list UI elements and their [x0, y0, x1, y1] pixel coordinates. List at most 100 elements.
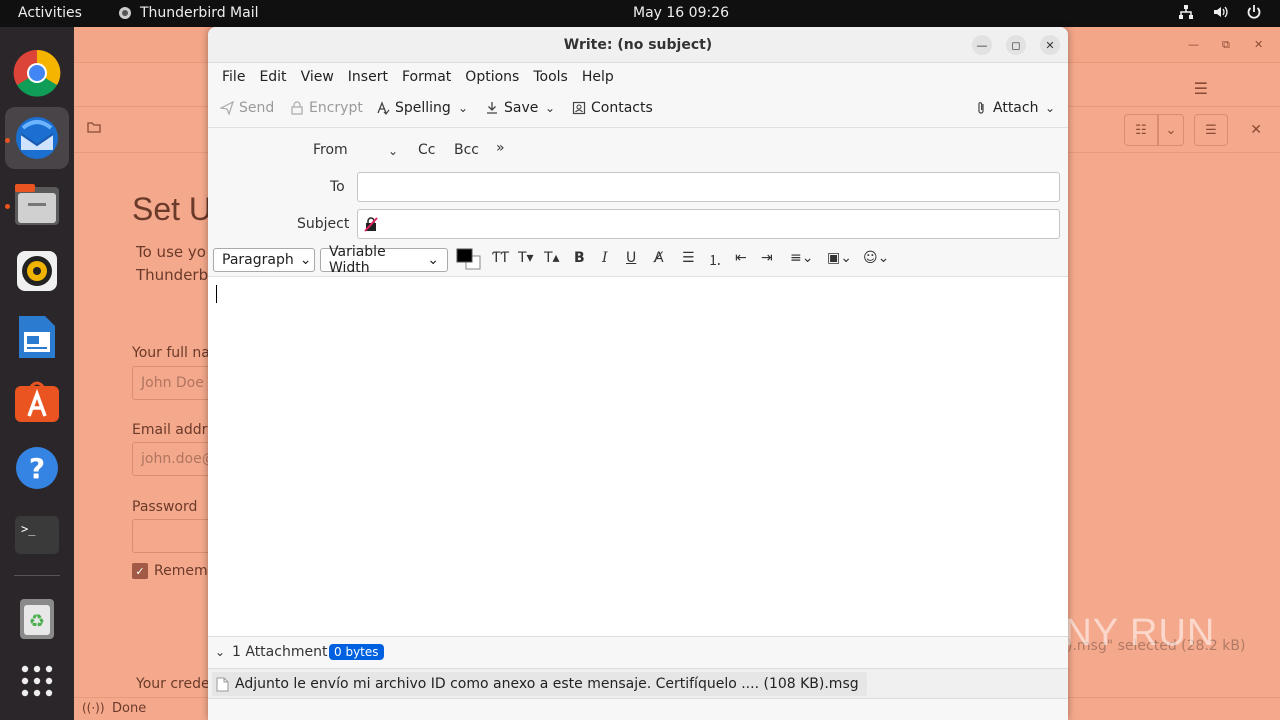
format-toolbar: Paragraph ⌄ Variable Width ⌄ ƬƬ T▾ T▴ B … — [208, 241, 1068, 277]
bg-setup-heading: Set U — [132, 191, 213, 227]
attachment-item[interactable]: Adjunto le envío mi archivo ID como anex… — [212, 672, 867, 696]
system-tray[interactable] — [1178, 4, 1262, 20]
cc-button[interactable]: Cc — [418, 142, 435, 158]
send-icon — [220, 101, 234, 115]
attachment-filename: Adjunto le envío mi archivo ID como anex… — [235, 676, 859, 692]
trash-icon[interactable]: ♻ — [12, 593, 62, 643]
bg-folder-icon[interactable] — [87, 121, 101, 137]
compose-headers: From ⌄ Cc Bcc » To Subject — [208, 128, 1068, 241]
bg-fullname-label: Your full na — [132, 345, 210, 361]
top-bar: Activities Thunderbird Mail May 16 09:26 — [0, 0, 1280, 27]
activity-icon: ((·)) — [82, 701, 105, 715]
bg-menu-icon[interactable]: ☰ — [1194, 114, 1228, 146]
subject-input[interactable] — [357, 209, 1060, 239]
network-icon[interactable] — [1178, 4, 1194, 20]
chevron-down-icon: ⌄ — [427, 252, 439, 268]
running-indicator — [5, 204, 10, 209]
bg-list-view-icon[interactable]: ☷ — [1124, 114, 1158, 146]
spelling-button[interactable]: Spelling — [376, 100, 451, 116]
attach-dropdown-icon[interactable]: ⌄ — [1045, 101, 1055, 115]
menu-tools[interactable]: Tools — [526, 63, 575, 91]
from-label: From — [313, 142, 348, 158]
font-size-normal-icon[interactable]: ƬƬ — [492, 250, 509, 266]
underline-icon[interactable]: U — [626, 250, 636, 266]
align-menu-icon[interactable]: ≡⌄ — [790, 250, 813, 266]
compose-title: Write: (no subject) — [563, 37, 713, 53]
save-dropdown-icon[interactable]: ⌄ — [545, 101, 555, 115]
from-dropdown-icon[interactable]: ⌄ — [388, 144, 398, 158]
italic-icon[interactable]: I — [602, 250, 608, 266]
thunderbird-dock-icon[interactable] — [5, 107, 69, 169]
menu-insert[interactable]: Insert — [341, 63, 395, 91]
activities-button[interactable]: Activities — [18, 5, 82, 21]
bg-restore-icon[interactable]: ⧉ — [1222, 38, 1230, 52]
outdent-icon[interactable]: ⇤ — [735, 250, 747, 266]
emoji-menu-icon[interactable]: ☺⌄ — [863, 250, 889, 266]
power-icon[interactable] — [1246, 4, 1262, 20]
menu-file[interactable]: File — [215, 63, 252, 91]
bcc-button[interactable]: Bcc — [454, 142, 479, 158]
font-select[interactable]: Variable Width ⌄ — [320, 244, 448, 276]
message-body-editor[interactable] — [208, 277, 1068, 636]
close-icon[interactable]: ✕ — [1040, 35, 1060, 55]
more-headers-icon[interactable]: » — [496, 140, 505, 156]
volume-icon[interactable] — [1212, 4, 1228, 20]
help-icon[interactable]: ? — [12, 443, 62, 493]
minimize-icon[interactable]: — — [972, 35, 992, 55]
compose-window: Write: (no subject) — ◻ ✕ File Edit View… — [208, 27, 1068, 720]
save-button[interactable]: Save — [485, 100, 538, 116]
attachment-size-badge: 0 bytes — [329, 644, 384, 660]
compose-titlebar[interactable]: Write: (no subject) — ◻ ✕ — [208, 27, 1068, 63]
menu-edit[interactable]: Edit — [252, 63, 293, 91]
text-color-picker[interactable] — [456, 248, 482, 270]
spelling-dropdown-icon[interactable]: ⌄ — [458, 101, 468, 115]
text-caret — [216, 285, 217, 303]
menu-help[interactable]: Help — [575, 63, 621, 91]
show-apps-icon[interactable] — [12, 656, 62, 706]
attach-button[interactable]: Attach — [974, 100, 1038, 116]
subject-label: Subject — [297, 216, 350, 232]
bg-remember-checkbox[interactable]: ✓ Rememb — [132, 563, 217, 579]
paragraph-format-select[interactable]: Paragraph ⌄ — [213, 248, 315, 272]
insert-image-menu-icon[interactable]: ▣⌄ — [827, 250, 852, 266]
encrypt-button[interactable]: Encrypt — [290, 100, 363, 116]
clock[interactable]: May 16 09:26 — [633, 5, 729, 21]
paperclip-icon — [978, 102, 984, 114]
app-center-icon[interactable] — [12, 377, 62, 427]
indent-icon[interactable]: ⇥ — [761, 250, 773, 266]
spelling-icon — [377, 101, 390, 115]
contacts-button[interactable]: Contacts — [572, 100, 653, 116]
bg-minimize-icon[interactable]: — — [1188, 38, 1199, 51]
bold-icon[interactable]: B — [574, 250, 585, 266]
terminal-icon[interactable]: >_ — [12, 510, 62, 560]
menu-format[interactable]: Format — [395, 63, 458, 91]
attachment-count: 1 Attachment — [232, 644, 328, 660]
menu-bar: File Edit View Insert Format Options Too… — [208, 63, 1068, 91]
font-size-larger-icon[interactable]: T▴ — [544, 250, 560, 266]
rhythmbox-icon[interactable] — [12, 246, 62, 296]
app-menu[interactable]: Thunderbird Mail — [118, 5, 259, 21]
send-button[interactable]: Send — [220, 100, 274, 116]
bulleted-list-icon[interactable]: ☰ — [682, 250, 695, 266]
attachment-bar[interactable]: ⌄ 1 Attachment 0 bytes — [208, 636, 1068, 668]
bg-view-dropdown-icon[interactable]: ⌄ — [1158, 114, 1184, 146]
files-icon[interactable] — [12, 180, 62, 230]
bg-close-tab-icon[interactable]: ✕ — [1250, 122, 1262, 138]
bg-app-menu-icon[interactable]: ☰ — [1194, 79, 1208, 98]
remove-formatting-icon[interactable]: A̸ — [654, 250, 664, 266]
numbered-list-icon[interactable]: ⒈ — [708, 250, 722, 270]
chrome-icon[interactable] — [12, 48, 62, 98]
to-input[interactable] — [357, 172, 1060, 202]
attachment-list: Adjunto le envío mi archivo ID como anex… — [208, 668, 1068, 698]
svg-text:?: ? — [29, 452, 45, 485]
font-size-smaller-icon[interactable]: T▾ — [518, 250, 534, 266]
maximize-icon[interactable]: ◻ — [1006, 35, 1026, 55]
bg-close-window-icon[interactable]: ✕ — [1254, 38, 1263, 51]
save-icon — [487, 102, 497, 114]
libreoffice-writer-icon[interactable] — [12, 312, 62, 362]
menu-options[interactable]: Options — [458, 63, 526, 91]
menu-view[interactable]: View — [294, 63, 341, 91]
attachment-toggle-icon[interactable]: ⌄ — [215, 645, 225, 659]
running-indicator — [5, 138, 10, 143]
encryption-off-icon[interactable] — [364, 216, 378, 232]
